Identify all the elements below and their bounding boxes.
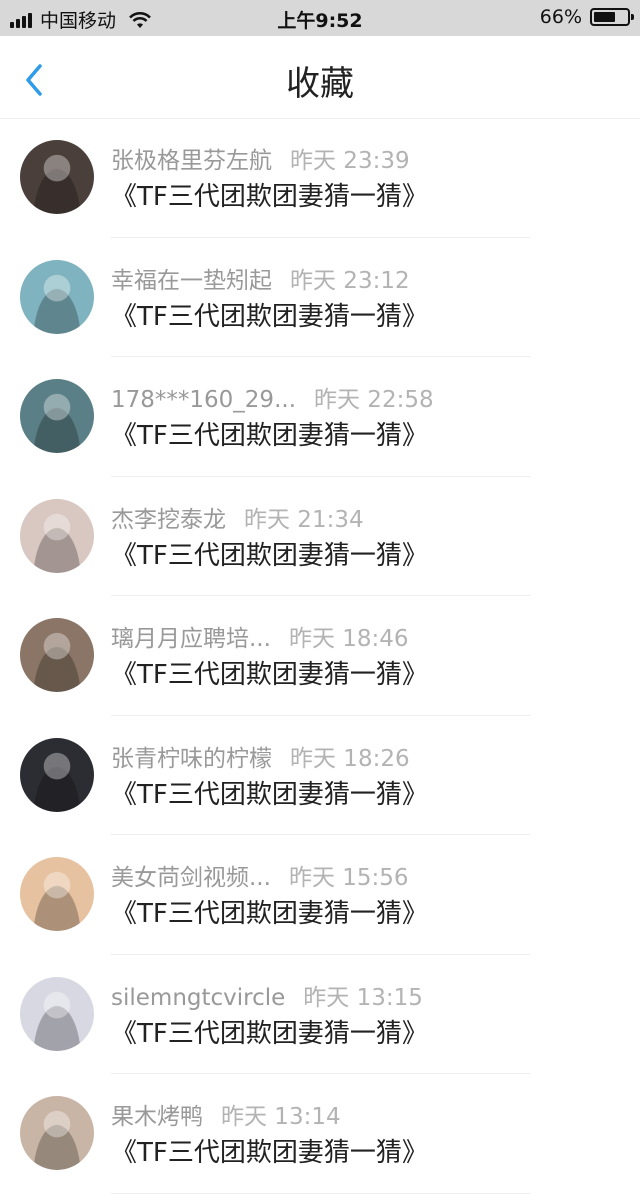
- signal-icon: [10, 12, 32, 28]
- list-item[interactable]: 美女苘剑视频... 昨天 15:56 《TF三代团欺团妻猜一猜》: [0, 835, 640, 955]
- user-name[interactable]: 张青柠味的柠檬: [111, 746, 272, 772]
- avatar[interactable]: [20, 618, 94, 692]
- item-time: 昨天 22:58: [314, 387, 434, 413]
- favorites-list: 张极格里芬左航 昨天 23:39 《TF三代团欺团妻猜一猜》 幸福在一垫矧起 昨天 …: [0, 118, 640, 1194]
- user-name[interactable]: silemngtcvircle: [111, 985, 285, 1011]
- avatar[interactable]: [20, 976, 94, 1051]
- list-item[interactable]: silemngtcvircle 昨天 13:15 《TF三代团欺团妻猜一猜》: [0, 955, 640, 1074]
- item-meta: 幸福在一垫矧起 昨天 23:12: [111, 261, 410, 295]
- item-meta: 178***160_29... 昨天 22:58: [111, 380, 434, 414]
- list-item[interactable]: 幸福在一垫矧起 昨天 23:12 《TF三代团欺团妻猜一猜》: [0, 238, 640, 357]
- item-content[interactable]: 《TF三代团欺团妻猜一猜》: [111, 535, 428, 572]
- avatar[interactable]: [20, 259, 94, 334]
- item-time: 昨天 13:15: [303, 984, 423, 1011]
- status-bar: 中国移动 上午9:52 66%: [0, 0, 640, 36]
- wifi-icon: [129, 11, 151, 28]
- avatar[interactable]: [20, 140, 94, 214]
- avatar[interactable]: [20, 498, 94, 573]
- user-name[interactable]: 178***160_29...: [111, 387, 296, 413]
- page-title: 收藏: [286, 64, 354, 104]
- divider: [111, 1192, 530, 1194]
- status-bar-left: 中国移动: [10, 6, 152, 33]
- item-time: 昨天 21:34: [244, 506, 364, 533]
- user-name[interactable]: 杰李挖泰龙: [111, 507, 226, 533]
- list-item[interactable]: 张极格里芬左航 昨天 23:39 《TF三代团欺团妻猜一猜》: [0, 118, 640, 238]
- item-meta: 果木烤鸭 昨天 13:14: [111, 1097, 341, 1131]
- item-content[interactable]: 《TF三代团欺团妻猜一猜》: [111, 176, 428, 213]
- item-content[interactable]: 《TF三代团欺团妻猜一猜》: [111, 415, 428, 452]
- item-meta: 张青柠味的柠檬 昨天 18:26: [111, 739, 410, 773]
- item-time: 昨天 18:46: [288, 626, 409, 652]
- item-time: 昨天 15:56: [288, 865, 409, 891]
- item-content[interactable]: 《TF三代团欺团妻猜一猜》: [111, 1013, 428, 1050]
- carrier-label: 中国移动: [40, 10, 117, 32]
- avatar[interactable]: [20, 1096, 94, 1170]
- item-content[interactable]: 《TF三代团欺团妻猜一猜》: [111, 1132, 428, 1169]
- item-time: 昨天 23:39: [290, 148, 410, 174]
- list-item[interactable]: 璃月月应聘培... 昨天 18:46 《TF三代团欺团妻猜一猜》: [0, 596, 640, 716]
- battery-fill: [594, 12, 616, 22]
- user-name[interactable]: 果木烤鸭: [111, 1104, 203, 1130]
- nav-header: 收藏: [0, 36, 640, 119]
- item-meta: 张极格里芬左航 昨天 23:39: [111, 141, 410, 175]
- user-name[interactable]: 璃月月应聘培...: [111, 626, 271, 652]
- status-bar-right: 66%: [539, 6, 634, 28]
- item-meta: 美女苘剑视频... 昨天 15:56: [111, 858, 409, 892]
- item-meta: silemngtcvircle 昨天 13:15: [111, 978, 423, 1012]
- avatar[interactable]: [20, 857, 94, 931]
- user-name[interactable]: 张极格里芬左航: [111, 148, 272, 174]
- item-time: 昨天 23:12: [290, 267, 410, 294]
- item-content[interactable]: 《TF三代团欺团妻猜一猜》: [111, 893, 428, 930]
- avatar[interactable]: [20, 379, 94, 453]
- list-item[interactable]: 果木烤鸭 昨天 13:14 《TF三代团欺团妻猜一猜》: [0, 1074, 640, 1194]
- user-name[interactable]: 幸福在一垫矧起: [111, 268, 272, 294]
- item-meta: 杰李挖泰龙 昨天 21:34: [111, 500, 364, 534]
- list-item[interactable]: 张青柠味的柠檬 昨天 18:26 《TF三代团欺团妻猜一猜》: [0, 716, 640, 835]
- list-item[interactable]: 杰李挖泰龙 昨天 21:34 《TF三代团欺团妻猜一猜》: [0, 477, 640, 596]
- item-time: 昨天 13:14: [221, 1104, 341, 1130]
- battery-icon: [590, 8, 634, 26]
- avatar[interactable]: [20, 737, 94, 812]
- item-content[interactable]: 《TF三代团欺团妻猜一猜》: [111, 654, 428, 691]
- item-content[interactable]: 《TF三代团欺团妻猜一猜》: [111, 296, 428, 333]
- list-item[interactable]: 178***160_29... 昨天 22:58 《TF三代团欺团妻猜一猜》: [0, 357, 640, 477]
- battery-percent: 66%: [539, 6, 582, 28]
- item-time: 昨天 18:26: [290, 745, 410, 772]
- item-meta: 璃月月应聘培... 昨天 18:46: [111, 619, 409, 653]
- item-content[interactable]: 《TF三代团欺团妻猜一猜》: [111, 774, 428, 811]
- user-name[interactable]: 美女苘剑视频...: [111, 865, 271, 891]
